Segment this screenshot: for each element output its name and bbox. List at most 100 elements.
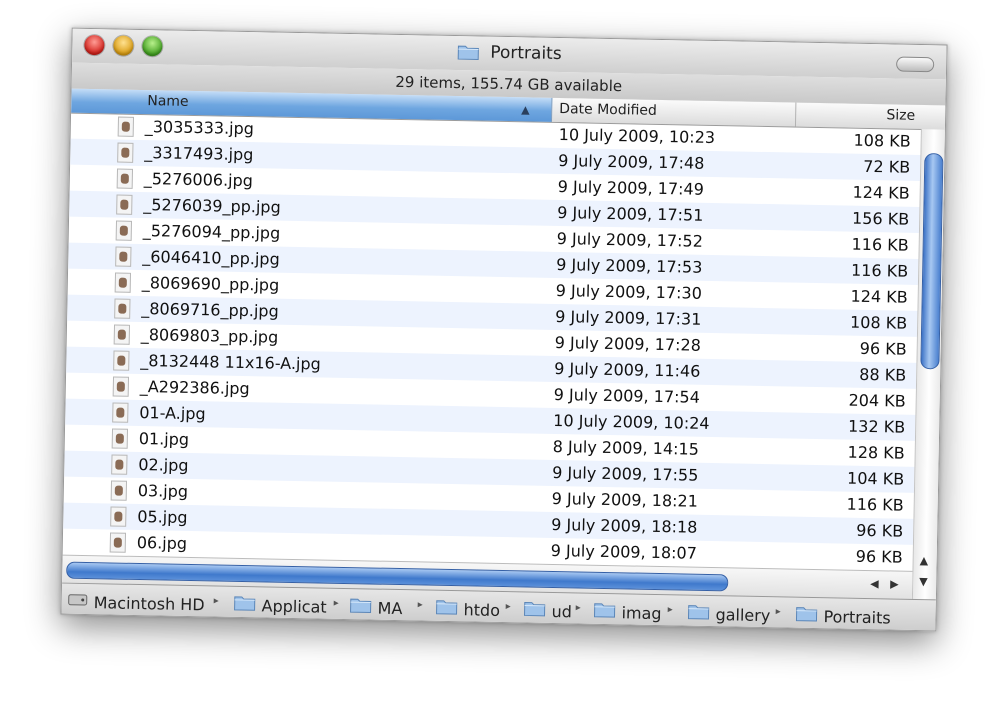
name-column-label: Name [147,93,189,110]
file-date-modified: 9 July 2009, 17:48 [558,151,705,173]
file-name: _8132448 11x16-A.jpg [140,351,321,374]
path-item-label: Macintosh HD [93,593,204,615]
file-date-modified: 9 July 2009, 17:28 [554,332,702,355]
file-name: 03.jpg [137,481,189,501]
path-separator-icon: ▸ [333,597,339,609]
path-item-label: imag [621,603,662,624]
file-list: _3035333.jpg 10 July 2009, 10:23 108 KB _33… [63,113,921,571]
file-name: 01-A.jpg [139,403,206,424]
path-item-label: ud [551,601,573,622]
folder-icon [349,596,372,617]
path-separator-icon: ▸ [775,606,781,618]
image-file-icon [110,506,127,527]
path-item[interactable]: Applicat [233,593,327,617]
file-size: 108 KB [853,130,911,151]
path-item[interactable]: htdo [435,597,500,620]
file-size: 132 KB [847,416,906,437]
file-name: _8069716_pp.jpg [141,299,279,321]
file-name: 05.jpg [137,506,188,527]
toolbar-toggle-button[interactable] [896,56,935,73]
file-date-modified: 9 July 2009, 17:53 [556,254,703,277]
file-date-modified: 9 July 2009, 18:21 [551,488,699,511]
path-item[interactable]: Macintosh HD [68,590,204,615]
file-size: 96 KB [856,520,904,541]
image-file-icon [109,532,127,553]
path-separator-icon: ▸ [505,601,511,613]
finder-window: Portraits 29 items, 155.74 GB available … [60,27,948,632]
path-separator-icon: ▸ [667,604,673,616]
path-item[interactable]: imag [593,600,662,624]
size-column-header[interactable]: Size [795,103,921,129]
file-date-modified: 10 July 2009, 10:23 [558,125,716,148]
image-file-icon [115,220,133,241]
file-date-modified: 9 July 2009, 17:55 [552,462,699,485]
file-size: 116 KB [850,260,909,281]
scroll-up-arrow-icon[interactable]: ▲ [920,554,929,567]
file-size: 96 KB [855,546,903,567]
file-size: 128 KB [847,442,905,463]
path-separator-icon: ▸ [417,599,423,611]
sort-ascending-icon: ▲ [521,103,530,117]
scroll-left-arrow-icon[interactable]: ◀ [870,577,879,590]
image-file-icon [111,454,128,475]
vertical-scroll-thumb[interactable] [920,153,944,370]
file-date-modified: 9 July 2009, 18:07 [550,540,698,563]
path-item-label: MA [377,598,403,619]
path-separator-icon: ▸ [213,595,219,607]
file-size: 88 KB [859,364,907,385]
path-item[interactable]: ud [523,598,572,621]
file-size: 156 KB [851,208,910,229]
image-file-icon [116,168,134,189]
file-date-modified: 9 July 2009, 17:30 [555,280,703,303]
file-date-modified: 9 July 2009, 17:51 [557,203,704,225]
file-name: _A292386.jpg [139,377,250,399]
file-size: 124 KB [850,286,908,307]
folder-icon [795,605,818,626]
file-size: 72 KB [863,156,911,177]
file-name: _6046410_pp.jpg [142,247,280,269]
file-name: _8069690_pp.jpg [141,273,280,295]
image-file-icon [110,480,128,501]
image-file-icon [115,246,132,267]
folder-icon [687,603,710,624]
file-size: 116 KB [851,234,909,255]
file-name: _3035333.jpg [144,117,255,139]
hard-drive-icon [68,592,88,612]
image-file-icon [117,142,134,163]
file-name: _5276006.jpg [143,169,254,191]
image-file-icon [117,116,135,137]
applications-folder-icon [233,594,256,615]
file-size: 124 KB [852,182,910,203]
scroll-right-arrow-icon[interactable]: ▶ [890,577,899,590]
image-file-icon [114,272,132,293]
image-file-icon [112,402,129,423]
file-date-modified: 9 July 2009, 18:18 [551,514,698,537]
path-item-label: gallery [715,605,771,626]
path-item[interactable]: gallery [687,602,771,626]
file-date-modified: 10 July 2009, 10:24 [553,410,710,433]
folder-icon [593,601,616,622]
folder-icon [457,42,479,65]
image-file-icon [111,428,129,449]
file-size: 96 KB [859,338,907,359]
file-name: _5276094_pp.jpg [142,221,281,243]
path-item-label: htdo [463,600,501,620]
image-file-icon [116,194,133,215]
file-size: 116 KB [846,494,904,515]
path-item-label: Applicat [261,596,327,617]
scroll-down-arrow-icon[interactable]: ▼ [919,575,928,588]
screenshot-stage: Portraits 29 items, 155.74 GB available … [0,0,1000,705]
folder-icon [435,598,458,619]
file-date-modified: 9 July 2009, 17:54 [553,384,701,407]
size-column-label: Size [886,107,916,124]
image-file-icon [112,376,130,397]
folder-icon [523,599,546,620]
path-item[interactable]: Portraits [795,604,891,627]
file-size: 108 KB [849,312,908,333]
image-file-icon [113,324,131,345]
file-date-modified: 9 July 2009, 17:31 [555,306,702,329]
file-date-modified: 9 July 2009, 11:46 [554,358,701,381]
file-date-modified: 9 July 2009, 17:52 [556,228,704,251]
path-separator-icon: ▸ [575,602,581,614]
path-item[interactable]: MA [349,595,403,619]
